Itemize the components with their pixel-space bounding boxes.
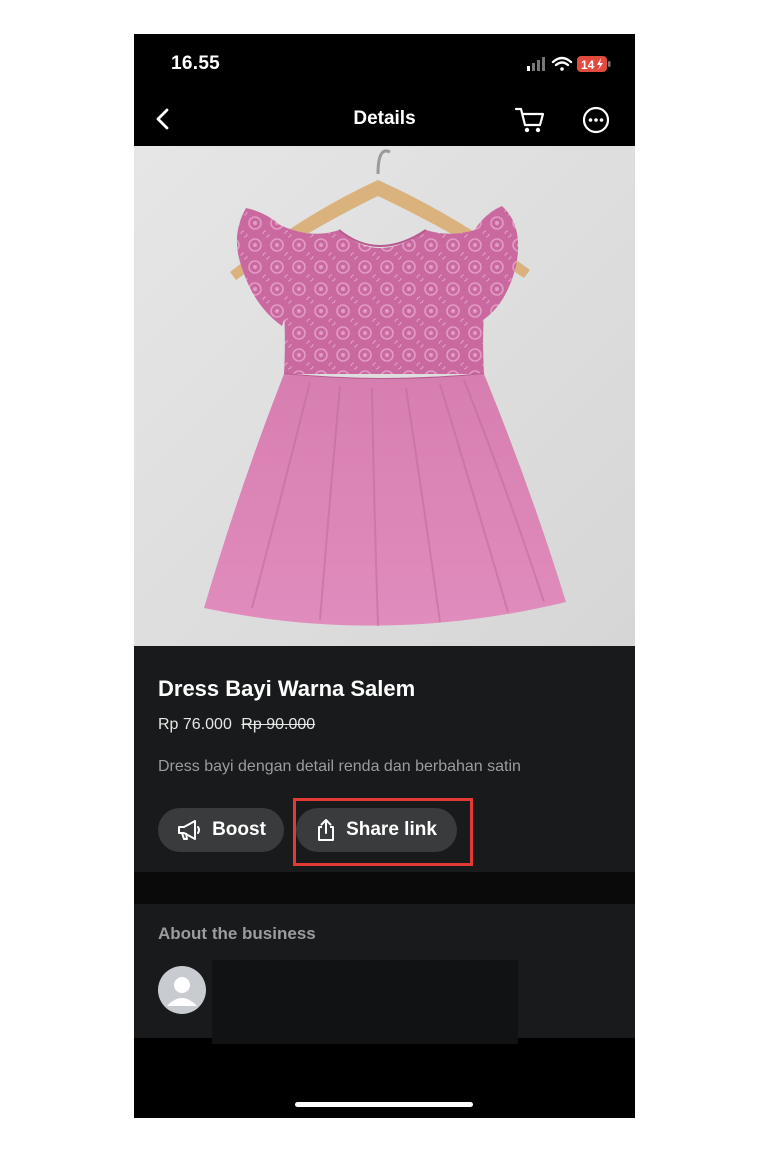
page-title: Details bbox=[353, 108, 416, 129]
megaphone-icon bbox=[178, 820, 201, 840]
dress-illustration bbox=[134, 146, 635, 646]
redacted-business-name bbox=[212, 960, 518, 1044]
cart-button[interactable] bbox=[512, 102, 548, 138]
signal-icon bbox=[527, 57, 545, 71]
nav-bar: Details bbox=[134, 96, 635, 144]
home-indicator[interactable] bbox=[295, 1102, 473, 1107]
svg-text:14: 14 bbox=[581, 58, 595, 72]
about-business-section: About the business bbox=[134, 904, 635, 1044]
business-avatar[interactable] bbox=[158, 966, 206, 1014]
price-row: Rp 76.000 Rp 90.000 bbox=[158, 716, 315, 734]
section-divider bbox=[134, 872, 635, 904]
more-options-button[interactable] bbox=[578, 102, 614, 138]
battery-icon: 14 bbox=[577, 56, 611, 72]
product-title: Dress Bayi Warna Salem bbox=[158, 676, 416, 701]
system-icons: 14 bbox=[525, 54, 615, 74]
status-bar: 16.55 14 bbox=[134, 34, 635, 96]
product-image[interactable] bbox=[134, 146, 635, 646]
product-description: Dress bayi dengan detail renda dan berba… bbox=[158, 758, 521, 775]
wifi-icon bbox=[551, 56, 573, 71]
highlight-annotation-box bbox=[293, 798, 473, 866]
status-time: 16.55 bbox=[171, 53, 221, 74]
phone-screen: 16.55 14 Details Dress Bayi Warna Salem … bbox=[134, 34, 635, 1118]
boost-label: Boost bbox=[212, 819, 266, 840]
product-price: Rp 76.000 bbox=[158, 716, 232, 733]
user-avatar-icon bbox=[167, 977, 197, 1006]
cart-icon bbox=[514, 107, 545, 133]
product-info-panel: Dress Bayi Warna Salem Rp 76.000 Rp 90.0… bbox=[134, 646, 635, 872]
about-business-title: About the business bbox=[158, 924, 316, 943]
more-icon bbox=[582, 106, 610, 134]
product-original-price: Rp 90.000 bbox=[241, 716, 316, 733]
boost-button[interactable]: Boost bbox=[158, 808, 284, 852]
